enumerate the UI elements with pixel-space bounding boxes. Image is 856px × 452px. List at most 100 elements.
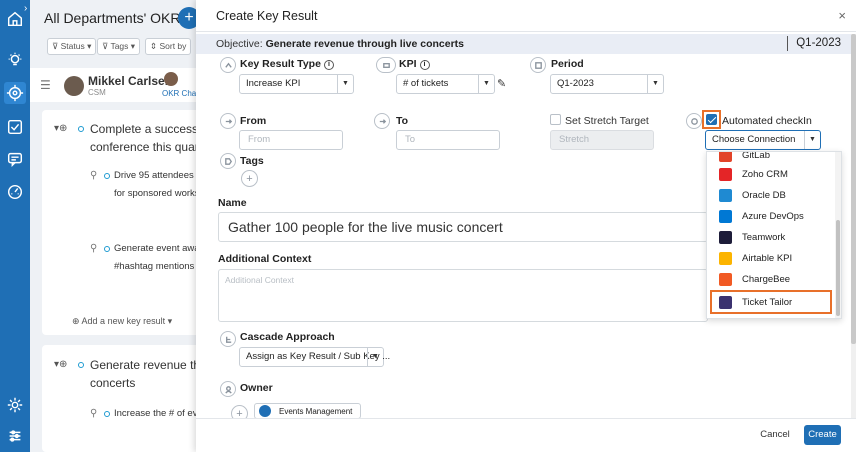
- expand-caret-icon[interactable]: ▾⊕: [54, 359, 67, 370]
- connection-option-azure-devops[interactable]: Azure DevOps: [707, 206, 835, 227]
- cancel-button[interactable]: Cancel: [756, 425, 794, 445]
- owner-icon: [220, 381, 236, 397]
- stretch-checkbox[interactable]: [550, 114, 561, 125]
- user-row: ☰ Mikkel Carlsen CSM OKR Cha: [30, 68, 196, 102]
- connection-option-teamwork[interactable]: Teamwork: [707, 227, 835, 248]
- checklist-icon[interactable]: [4, 116, 26, 138]
- kr-type-select[interactable]: Increase KPI ▼: [239, 74, 354, 94]
- dashboard-gauge-icon[interactable]: [4, 181, 26, 203]
- name-label: Name: [218, 197, 247, 209]
- stretch-input: Stretch: [550, 130, 654, 150]
- modal-title: Create Key Result: [216, 9, 318, 23]
- expand-caret-icon[interactable]: ▾⊕: [54, 123, 67, 134]
- gitlab-logo-icon: [719, 152, 732, 162]
- oracle-db-logo-icon: [719, 189, 732, 202]
- ticket-tailor-highlight: [710, 290, 832, 314]
- kpi-label: KPI i: [399, 58, 430, 70]
- key-icon: ⚲: [90, 408, 98, 419]
- status-filter[interactable]: ⊽ Status ▾: [47, 38, 97, 55]
- objective-title[interactable]: conference this quarter: [90, 140, 196, 154]
- filter-icon: ⊽: [52, 41, 61, 51]
- cascade-icon: [220, 331, 236, 347]
- objective-name: Generate revenue through live concerts: [265, 38, 465, 50]
- context-textarea[interactable]: Additional Context: [218, 269, 708, 322]
- page-title: All Departments' OKRs: [44, 10, 188, 26]
- avatar: [164, 72, 178, 86]
- chargebee-logo-icon: [719, 273, 732, 286]
- from-input[interactable]: From: [239, 130, 343, 150]
- okr-target-icon[interactable]: [4, 82, 26, 104]
- modal-header: Create Key Result ×: [196, 0, 856, 32]
- to-label: To: [396, 115, 409, 127]
- choose-connection-select[interactable]: Choose Connection ▼: [705, 130, 821, 150]
- key-result-title[interactable]: Drive 95 attendees o: [114, 170, 196, 181]
- key-result-title[interactable]: Generate event aware: [114, 243, 196, 254]
- objective-bar: Objective: Generate revenue through live…: [196, 34, 851, 54]
- key-result-title[interactable]: Increase the # of eve: [114, 408, 196, 419]
- tag-icon: [220, 153, 236, 169]
- objective-title[interactable]: concerts: [90, 376, 135, 390]
- menu-icon[interactable]: ☰: [40, 78, 51, 92]
- sliders-icon[interactable]: [4, 425, 26, 447]
- cascade-select[interactable]: Assign as Key Result / Sub Key ... ▼: [239, 347, 390, 367]
- add-objective-button[interactable]: +: [178, 7, 196, 29]
- modal-scrollbar[interactable]: [851, 34, 856, 420]
- owner-chip[interactable]: Events Management: [254, 403, 361, 419]
- objective-card: ▾⊕ Complete a successful i conference th…: [42, 110, 196, 335]
- home-icon[interactable]: [4, 8, 26, 30]
- context-label: Additional Context: [218, 253, 312, 265]
- chevron-down-icon: ▼: [804, 131, 820, 149]
- objective-title[interactable]: Complete a successful i: [90, 122, 196, 136]
- owner-chip-label: Events Management: [279, 407, 353, 416]
- tags-filter[interactable]: ⊽ Tags ▾: [97, 38, 141, 55]
- stretch-label: Set Stretch Target: [565, 115, 649, 127]
- name-input[interactable]: Gather 100 people for the live music con…: [218, 212, 708, 242]
- connection-option-oracle-db[interactable]: Oracle DB: [707, 185, 835, 206]
- context-placeholder: Additional Context: [225, 275, 294, 285]
- key-result-title[interactable]: #hashtag mentions: [114, 261, 194, 272]
- to-icon: [374, 113, 390, 129]
- group-icon: [259, 405, 271, 417]
- key-result-title[interactable]: for sponsored worksh: [114, 188, 196, 199]
- okr-list-panel: All Departments' OKRs + ⊽ Status ▾ ⊽ Tag…: [30, 0, 196, 452]
- dropdown-scroll-thumb[interactable]: [836, 220, 840, 316]
- to-input[interactable]: To: [396, 130, 500, 150]
- scroll-thumb[interactable]: [851, 34, 856, 344]
- okr-chat-link[interactable]: OKR Cha: [162, 89, 196, 98]
- status-dot: [104, 173, 110, 179]
- period-select[interactable]: Q1-2023 ▼: [550, 74, 664, 94]
- edit-pencil-icon[interactable]: ✎: [497, 77, 506, 90]
- dropdown-scrollbar[interactable]: [835, 152, 841, 318]
- kpi-icon: [376, 57, 396, 73]
- kr-type-icon: [220, 57, 236, 73]
- connection-option-airtable-kpi[interactable]: Airtable KPI: [707, 248, 835, 269]
- cascade-label: Cascade Approach: [240, 331, 335, 343]
- connection-option-chargebee[interactable]: ChargeBee: [707, 269, 835, 290]
- connection-option-zoho-crm[interactable]: Zoho CRM: [707, 164, 835, 185]
- objective-title[interactable]: Generate revenue throug: [90, 358, 196, 372]
- teamwork-logo-icon: [719, 231, 732, 244]
- sort-by-button[interactable]: ⇕ Sort by: [145, 38, 192, 55]
- from-icon: [220, 113, 236, 129]
- bulb-icon[interactable]: [4, 49, 26, 71]
- info-icon[interactable]: i: [323, 60, 334, 70]
- add-key-result-link[interactable]: ⊕ Add a new key result ▾: [72, 316, 172, 327]
- chat-icon[interactable]: [4, 148, 26, 170]
- key-icon: ⚲: [90, 243, 98, 254]
- key-icon: ⚲: [90, 170, 98, 181]
- chevron-down-icon: ▼: [367, 348, 383, 366]
- status-dot: [78, 362, 84, 368]
- objective-period: Q1-2023: [787, 36, 841, 51]
- checkbox-highlight: [702, 110, 721, 129]
- add-tag-button[interactable]: +: [241, 170, 258, 187]
- kpi-select[interactable]: # of tickets ▼: [396, 74, 495, 94]
- create-button[interactable]: Create: [804, 425, 841, 445]
- zoho-logo-icon: [719, 168, 732, 181]
- kr-type-label: Key Result Type i: [240, 58, 334, 70]
- owner-label: Owner: [240, 382, 273, 394]
- objective-prefix: Objective:: [216, 38, 263, 50]
- info-icon[interactable]: i: [419, 60, 430, 70]
- settings-gear-icon[interactable]: [4, 394, 26, 416]
- close-icon[interactable]: ×: [838, 8, 846, 23]
- azure-devops-logo-icon: [719, 210, 732, 223]
